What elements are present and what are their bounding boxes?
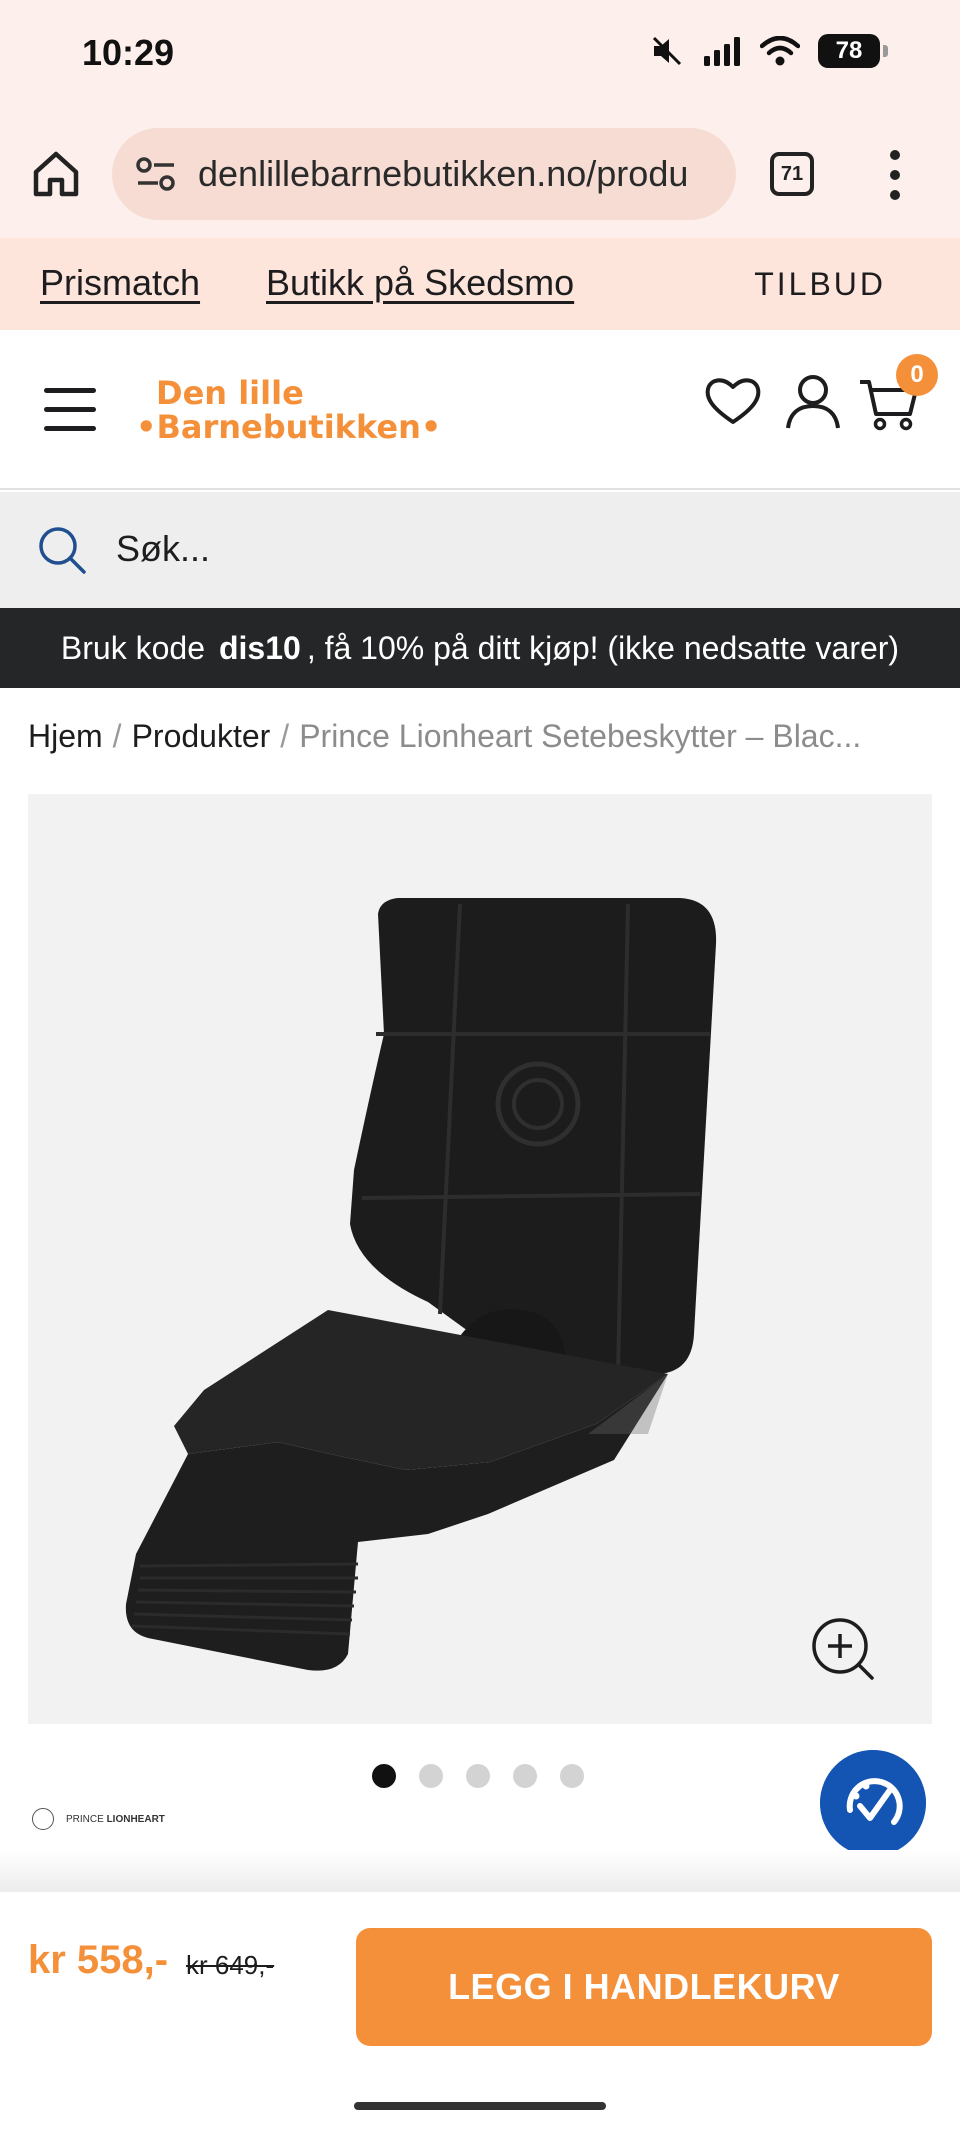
product-image[interactable] bbox=[28, 794, 932, 1724]
breadcrumb-separator: / bbox=[112, 718, 122, 754]
status-time: 10:29 bbox=[82, 32, 175, 73]
purchase-bar-shadow bbox=[0, 1850, 960, 1892]
cart-count-badge: 0 bbox=[896, 354, 938, 396]
store-link[interactable]: Butikk på Skedsmo bbox=[266, 262, 574, 304]
url-text[interactable]: denlillebarnebutikken.no/produ bbox=[198, 153, 688, 195]
status-icons: 78 bbox=[650, 34, 888, 68]
pagination-dot[interactable] bbox=[372, 1764, 396, 1788]
breadcrumb-separator: / bbox=[280, 718, 290, 754]
search-icon[interactable] bbox=[36, 524, 88, 576]
announcement-suffix: , få 10% på ditt kjøp! (ikke nedsatte va… bbox=[306, 629, 900, 666]
search-bar[interactable]: Søk... bbox=[0, 492, 960, 608]
site-header: Den lille •Barnebutikken• bbox=[0, 330, 960, 490]
breadcrumb-products[interactable]: Produkter bbox=[132, 718, 271, 754]
signal-icon bbox=[704, 37, 740, 66]
accessibility-widget-icon[interactable] bbox=[820, 1750, 926, 1856]
site-settings-icon[interactable] bbox=[134, 152, 178, 196]
address-bar[interactable]: denlillebarnebutikken.no/produ bbox=[112, 128, 736, 220]
seat-protector-image bbox=[125, 898, 717, 1671]
tab-switcher-button[interactable]: 71 bbox=[770, 152, 814, 196]
old-price: kr 649,- bbox=[186, 1950, 275, 1980]
account-icon[interactable] bbox=[782, 370, 844, 432]
pagination-dot[interactable] bbox=[513, 1764, 537, 1788]
announcement-prefix: Bruk kode bbox=[60, 629, 205, 666]
mute-icon bbox=[652, 36, 682, 66]
home-indicator[interactable] bbox=[354, 2102, 606, 2110]
menu-icon[interactable] bbox=[44, 388, 96, 432]
logo-line-1: Den lille bbox=[156, 374, 304, 412]
add-to-cart-button[interactable]: LEGG I HANDLEKURV bbox=[356, 1928, 932, 2046]
pagination-dot[interactable] bbox=[560, 1764, 584, 1788]
pagination-dot[interactable] bbox=[419, 1764, 443, 1788]
current-price: kr 558,- bbox=[28, 1938, 169, 1982]
breadcrumb: Hjem / Produkter / Prince Lionheart Setebesk… bbox=[28, 718, 861, 755]
more-options-icon[interactable] bbox=[880, 148, 910, 202]
announcement-bar: Bruk kode dis10 , få 10% på ditt kjøp! (… bbox=[0, 608, 960, 688]
home-icon[interactable] bbox=[30, 148, 82, 200]
battery-indicator: 78 bbox=[818, 34, 888, 68]
zoom-in-icon[interactable] bbox=[800, 1606, 890, 1696]
pagination-dot[interactable] bbox=[466, 1764, 490, 1788]
search-input[interactable]: Søk... bbox=[116, 528, 210, 570]
image-pagination bbox=[372, 1764, 584, 1788]
breadcrumb-current: Prince Lionheart Setebeskytter – Blac... bbox=[299, 718, 862, 754]
status-bar: 10:29 78 bbox=[0, 0, 960, 110]
brand-name: PRINCE LIONHEART bbox=[66, 1813, 165, 1825]
discount-code: dis10 bbox=[218, 629, 301, 666]
purchase-bar: kr 558,- kr 649,- LEGG I HANDLEKURV bbox=[0, 1892, 960, 2133]
prismatch-link[interactable]: Prismatch bbox=[40, 262, 200, 304]
wishlist-heart-icon[interactable] bbox=[702, 370, 764, 432]
breadcrumb-home[interactable]: Hjem bbox=[28, 718, 103, 754]
browser-toolbar: denlillebarnebutikken.no/produ 71 bbox=[0, 110, 960, 238]
site-logo[interactable]: Den lille •Barnebutikken• bbox=[136, 376, 441, 444]
promo-nav: Prismatch Butikk på Skedsmo TILBUD bbox=[0, 238, 960, 330]
brand-logo[interactable]: PRINCE LIONHEART bbox=[32, 1808, 165, 1830]
wifi-icon bbox=[760, 36, 800, 66]
logo-line-2: •Barnebutikken• bbox=[136, 408, 442, 446]
brand-crest-icon bbox=[32, 1808, 54, 1830]
offers-link[interactable]: TILBUD bbox=[754, 266, 886, 303]
